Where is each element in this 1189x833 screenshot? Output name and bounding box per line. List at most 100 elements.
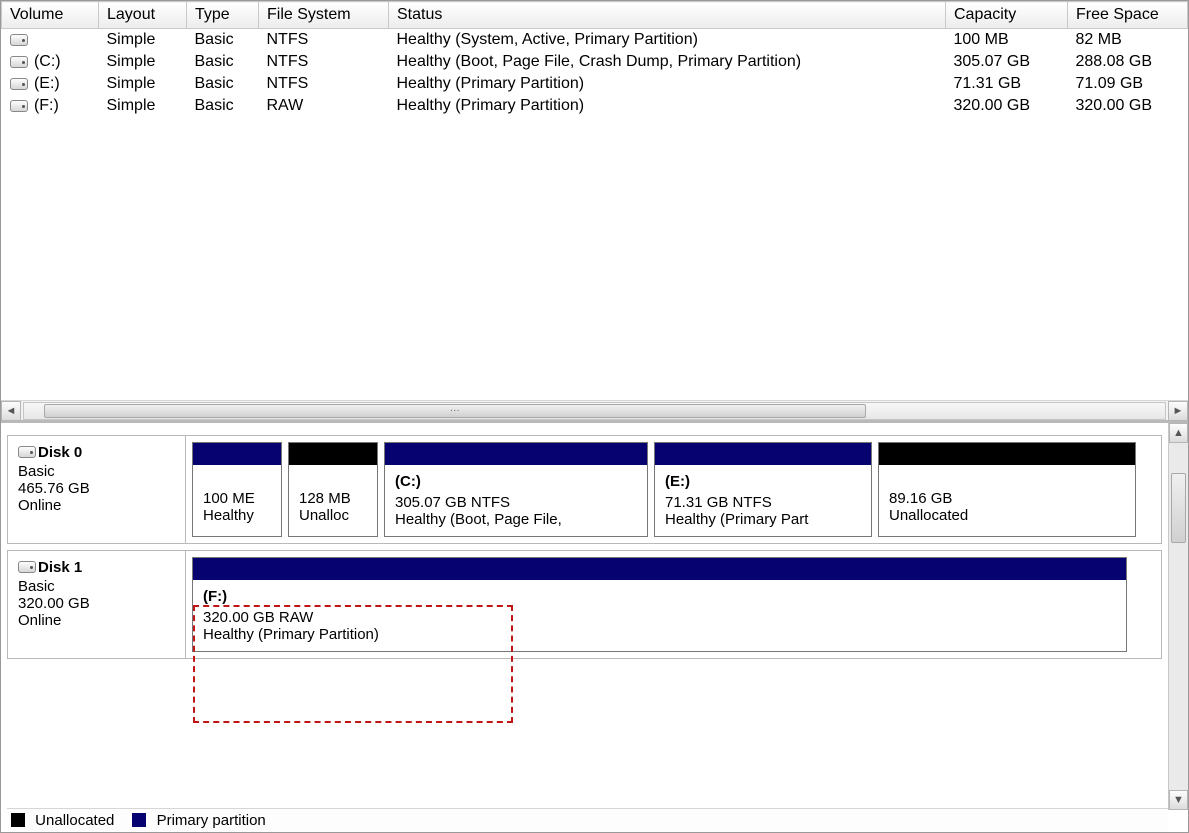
col-capacity[interactable]: Capacity: [946, 2, 1068, 29]
volume-capacity: 100 MB: [946, 29, 1068, 52]
partition-size: 100 ME: [203, 490, 271, 507]
partition-status: Unallocated: [889, 507, 1125, 524]
partition-status: Healthy (Primary Part: [665, 511, 861, 528]
disk-icon: [18, 561, 36, 573]
disk-state: Online: [18, 612, 175, 629]
table-row[interactable]: (E:)SimpleBasicNTFSHealthy (Primary Part…: [2, 73, 1188, 95]
disk-size: 465.76 GB: [18, 480, 175, 497]
legend-primary: Primary partition: [132, 812, 265, 829]
scroll-right-icon[interactable]: ►: [1168, 401, 1188, 421]
legend-unallocated: Unallocated: [11, 812, 114, 829]
partition-size: 320.00 GB RAW: [203, 609, 1116, 626]
col-freespace[interactable]: Free Space: [1068, 2, 1188, 29]
disk-kind: Basic: [18, 463, 175, 480]
scroll-vthumb[interactable]: [1171, 473, 1186, 543]
partition[interactable]: (C:) 305.07 GB NTFSHealthy (Boot, Page Fi…: [384, 442, 648, 537]
scroll-thumb[interactable]: ···: [44, 404, 866, 418]
partition-container: (F:) 320.00 GB RAWHealthy (Primary Partit…: [186, 551, 1161, 658]
disk-header[interactable]: Disk 0 Basic465.76 GBOnline: [8, 436, 186, 543]
col-status[interactable]: Status: [389, 2, 946, 29]
disk-size: 320.00 GB: [18, 595, 175, 612]
volume-layout: Simple: [99, 73, 187, 95]
partition-header-bar: [655, 443, 871, 465]
volume-table[interactable]: Volume Layout Type File System Status Ca…: [1, 1, 1188, 117]
volume-free: 82 MB: [1068, 29, 1188, 52]
partition-size: 71.31 GB NTFS: [665, 494, 861, 511]
volume-type: Basic: [187, 73, 259, 95]
disk-graphical-pane: Disk 0Basic465.76 GBOnline 100 MEHealthy…: [1, 421, 1188, 832]
disk-row[interactable]: Disk 0Basic465.76 GBOnline 100 MEHealthy…: [7, 435, 1162, 544]
volume-name: (C:): [34, 53, 61, 70]
table-row[interactable]: (C:) SimpleBasicNTFSHealthy (Boot, Page F…: [2, 51, 1188, 73]
scroll-track[interactable]: ···: [23, 402, 1166, 420]
partition-header-bar: [879, 443, 1135, 465]
partition[interactable]: (F:) 320.00 GB RAWHealthy (Primary Partit…: [192, 557, 1127, 652]
volume-type: Basic: [187, 95, 259, 117]
volume-name: (F:): [34, 97, 59, 114]
volume-name: (E:): [34, 75, 60, 92]
volume-status: Healthy (Primary Partition): [389, 95, 946, 117]
disk-management-window: Volume Layout Type File System Status Ca…: [0, 0, 1189, 833]
partition-size: 89.16 GB: [889, 490, 1125, 507]
disk-kind: Basic: [18, 578, 175, 595]
drive-icon: [10, 78, 28, 90]
disk-icon: [18, 446, 36, 458]
partition-header-bar: [193, 558, 1126, 580]
drive-icon: [10, 34, 28, 46]
volume-free: 320.00 GB: [1068, 95, 1188, 117]
partition-header-bar: [385, 443, 647, 465]
partition-status: Healthy: [203, 507, 271, 524]
disk-row[interactable]: Disk 1 Basic320.00 GBOnline (F:) 320.00 GB …: [7, 550, 1162, 659]
primary-swatch-icon: [132, 813, 146, 827]
volume-layout: Simple: [99, 51, 187, 73]
partition[interactable]: 100 MEHealthy: [192, 442, 282, 537]
volume-status: Healthy (Boot, Page File, Crash Dump, Pr…: [389, 51, 946, 73]
partition-header-bar: [289, 443, 377, 465]
col-filesystem[interactable]: File System: [259, 2, 389, 29]
volume-fs: RAW: [259, 95, 389, 117]
volume-type: Basic: [187, 29, 259, 52]
partition-label: (E:): [665, 473, 861, 490]
partition-status: Healthy (Boot, Page File,: [395, 511, 637, 528]
disk-header[interactable]: Disk 1 Basic320.00 GBOnline: [8, 551, 186, 658]
partition-container: 100 MEHealthy 128 MBUnalloc (C:) 305.07 GB…: [186, 436, 1161, 543]
col-volume[interactable]: Volume: [2, 2, 99, 29]
volume-fs: NTFS: [259, 29, 389, 52]
partition-label: (F:): [203, 588, 1116, 605]
col-layout[interactable]: Layout: [99, 2, 187, 29]
table-row[interactable]: (F:) SimpleBasicRAWHealthy (Primary Parti…: [2, 95, 1188, 117]
table-row[interactable]: SimpleBasicNTFSHealthy (System, Active, …: [2, 29, 1188, 52]
volume-status: Healthy (Primary Partition): [389, 73, 946, 95]
volume-type: Basic: [187, 51, 259, 73]
legend: Unallocated Primary partition: [7, 808, 1168, 832]
volume-layout: Simple: [99, 95, 187, 117]
disk-state: Online: [18, 497, 175, 514]
legend-primary-label: Primary partition: [157, 812, 266, 829]
col-type[interactable]: Type: [187, 2, 259, 29]
partition[interactable]: (E:) 71.31 GB NTFSHealthy (Primary Part: [654, 442, 872, 537]
volume-free: 288.08 GB: [1068, 51, 1188, 73]
volume-status: Healthy (System, Active, Primary Partiti…: [389, 29, 946, 52]
partition-size: 305.07 GB NTFS: [395, 494, 637, 511]
disk-vscrollbar[interactable]: ▲ ▼: [1168, 423, 1188, 810]
disk-title: Disk 0: [38, 444, 82, 461]
scroll-vtrack[interactable]: [1169, 443, 1188, 790]
volume-table-header[interactable]: Volume Layout Type File System Status Ca…: [2, 2, 1188, 29]
partition[interactable]: 89.16 GBUnallocated: [878, 442, 1136, 537]
partition-status: Healthy (Primary Partition): [203, 626, 1116, 643]
partition-header-bar: [193, 443, 281, 465]
partition-label: (C:): [395, 473, 637, 490]
legend-unallocated-label: Unallocated: [35, 812, 114, 829]
volume-layout: Simple: [99, 29, 187, 52]
scroll-up-icon[interactable]: ▲: [1169, 423, 1188, 443]
drive-icon: [10, 56, 28, 68]
partition[interactable]: 128 MBUnalloc: [288, 442, 378, 537]
volume-hscrollbar[interactable]: ◄ ··· ►: [1, 400, 1188, 420]
volume-fs: NTFS: [259, 51, 389, 73]
scroll-down-icon[interactable]: ▼: [1169, 790, 1188, 810]
scroll-left-icon[interactable]: ◄: [1, 401, 21, 421]
volume-capacity: 305.07 GB: [946, 51, 1068, 73]
disk-title: Disk 1: [38, 559, 82, 576]
volume-list-pane: Volume Layout Type File System Status Ca…: [1, 1, 1188, 421]
volume-capacity: 320.00 GB: [946, 95, 1068, 117]
